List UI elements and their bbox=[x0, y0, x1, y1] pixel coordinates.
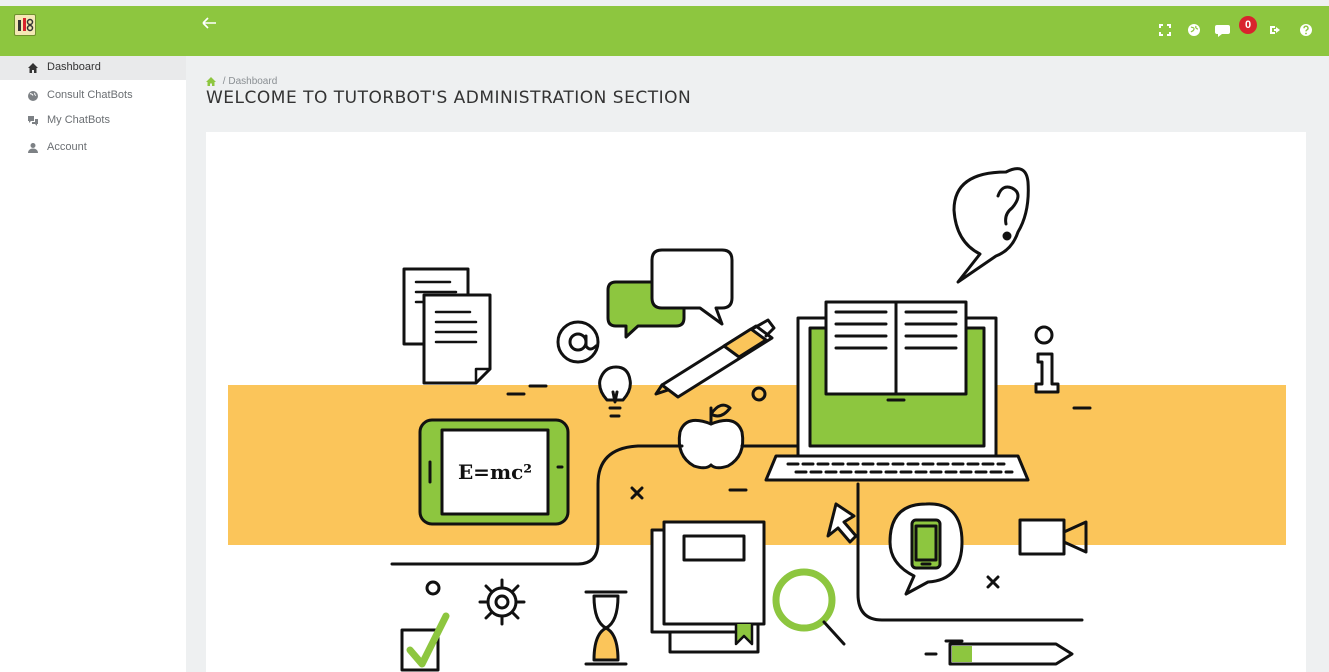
sidebar: Dashboard Consult ChatBots My ChatBots A… bbox=[0, 56, 186, 672]
notebook-icon bbox=[650, 520, 766, 654]
logout-icon[interactable] bbox=[1269, 23, 1283, 37]
breadcrumb: / Dashboard bbox=[206, 76, 277, 87]
logo-icon[interactable] bbox=[14, 14, 36, 36]
svg-text:E=mc²: E=mc² bbox=[458, 460, 532, 484]
user-icon bbox=[27, 142, 39, 154]
phone-bubble-icon bbox=[888, 502, 964, 596]
magnifier-icon bbox=[772, 568, 846, 646]
back-arrow-icon[interactable] bbox=[201, 16, 219, 30]
laptop-icon bbox=[764, 300, 1030, 482]
sidebar-item-label: Dashboard bbox=[47, 61, 101, 73]
chat-icon bbox=[27, 115, 39, 127]
question-bubble-icon bbox=[952, 167, 1030, 284]
notification-badge: 0 bbox=[1239, 16, 1257, 34]
breadcrumb-separator: / bbox=[222, 76, 226, 87]
globe-icon[interactable] bbox=[1187, 23, 1201, 37]
sidebar-item-dashboard[interactable]: Dashboard bbox=[0, 56, 186, 80]
sidebar-item-account[interactable]: Account bbox=[0, 136, 186, 160]
speech-bubbles-icon bbox=[606, 248, 734, 339]
checkbox-icon bbox=[400, 612, 450, 672]
sidebar-item-label: Consult ChatBots bbox=[47, 89, 133, 101]
sidebar-item-my-chatbots[interactable]: My ChatBots bbox=[0, 109, 186, 133]
globe-icon bbox=[27, 90, 39, 102]
breadcrumb-current: Dashboard bbox=[228, 76, 278, 87]
info-icon bbox=[1034, 325, 1060, 394]
comments-icon[interactable] bbox=[1215, 22, 1235, 37]
sidebar-item-consult-chatbots[interactable]: Consult ChatBots bbox=[0, 84, 186, 108]
home-icon bbox=[27, 62, 39, 74]
pencil-icon bbox=[924, 642, 1074, 666]
at-sign-icon bbox=[556, 320, 600, 364]
documents-icon bbox=[402, 267, 492, 385]
top-bar: 0 bbox=[0, 6, 1329, 56]
content-panel: E=mc² bbox=[206, 132, 1306, 672]
fullscreen-icon[interactable] bbox=[1158, 23, 1172, 37]
sidebar-item-label: Account bbox=[47, 141, 87, 153]
sidebar-item-label: My ChatBots bbox=[47, 114, 110, 126]
home-icon[interactable] bbox=[206, 76, 216, 86]
tablet-icon: E=mc² bbox=[418, 418, 570, 526]
gear-icon bbox=[478, 578, 526, 626]
help-icon[interactable] bbox=[1299, 23, 1313, 37]
page-title: WELCOME TO TUTORBOT'S ADMINISTRATION SEC… bbox=[206, 88, 692, 108]
hourglass-icon bbox=[584, 590, 628, 666]
education-illustration: E=mc² bbox=[228, 167, 1286, 672]
